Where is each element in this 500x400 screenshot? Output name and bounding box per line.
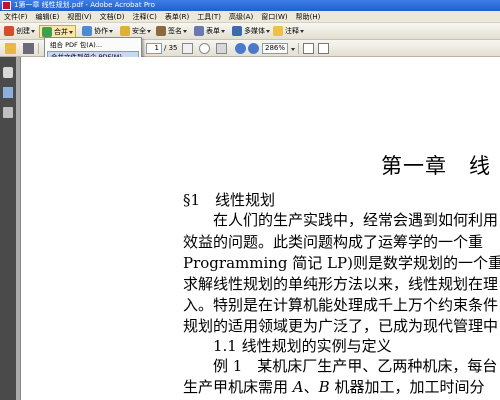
chevron-down-icon — [109, 29, 113, 33]
chevron-down-icon — [69, 30, 73, 34]
zoom-dropdown-icon[interactable] — [291, 48, 295, 51]
chevron-down-icon — [147, 29, 151, 33]
film-icon — [232, 26, 242, 36]
menu-forms[interactable]: 表单(R) — [161, 11, 193, 22]
window-title: 1第一章 线性规划.pdf - Adobe Acrobat Pro — [14, 1, 155, 9]
body-line: 入。特别是在计算机能处理成千上万个约束条件 — [183, 296, 499, 314]
window-titlebar: 1第一章 线性规划.pdf - Adobe Acrobat Pro — [0, 0, 500, 11]
comment-icon — [273, 26, 283, 36]
chapter-title: 第一章 线 — [381, 154, 491, 178]
create-pdf-button[interactable]: 创建 — [2, 25, 37, 38]
create-pdf-icon — [4, 26, 14, 36]
forms-button[interactable]: 表单 — [192, 25, 227, 38]
pen-icon — [156, 26, 166, 36]
select-tool-icon[interactable] — [182, 43, 193, 54]
menu-item-assemble-pdf-package[interactable]: 组合 PDF 包(A)... — [47, 40, 139, 50]
body-line: 效益的问题。此类问题构成了运筹学的一个重 — [183, 233, 484, 251]
acrobat-app-icon — [2, 1, 11, 10]
body-line: Programming 简记 LP)则是数学规划的一个重要 — [183, 254, 500, 272]
body-line: 规划的适用领域更为广泛了，已成为现代管理中 — [183, 317, 499, 335]
menu-document[interactable]: 文档(D) — [96, 11, 129, 22]
body-line: 在人们的生产实践中，经常会遇到如何利用 — [183, 211, 499, 229]
chevron-down-icon — [31, 29, 35, 33]
menu-file[interactable]: 文件(F) — [0, 11, 32, 22]
chevron-down-icon — [183, 29, 187, 33]
marquee-zoom-icon[interactable] — [216, 43, 227, 54]
chevron-down-icon — [266, 29, 270, 33]
body-line: 例 1 某机床厂生产甲、乙两种机床，每台 — [183, 357, 498, 375]
menu-help[interactable]: 帮助(H) — [292, 11, 325, 22]
zoom-level-field[interactable]: 286% — [262, 43, 288, 54]
menu-bar: 文件(F) 编辑(E) 视图(V) 文档(D) 注释(C) 表单(R) 工具(T) 高级(A)… — [0, 11, 500, 23]
body-line: 求解线性规划的单纯形方法以来，线性规划在理 — [183, 275, 499, 293]
menu-window[interactable]: 窗口(W) — [257, 11, 291, 22]
open-folder-icon[interactable] — [5, 43, 16, 54]
menu-advanced[interactable]: 高级(A) — [225, 11, 257, 22]
chevron-down-icon — [221, 29, 225, 33]
comment-button[interactable]: 注释 — [271, 25, 306, 38]
section-heading: §1 线性规划 — [183, 191, 276, 209]
fit-width-icon[interactable] — [318, 43, 329, 54]
fit-page-icon[interactable] — [303, 43, 314, 54]
print-icon[interactable] — [23, 43, 34, 54]
zoom-in-icon[interactable] — [248, 43, 259, 54]
menu-comments[interactable]: 注释(C) — [129, 11, 161, 22]
menu-tools[interactable]: 工具(T) — [193, 11, 225, 22]
menu-edit[interactable]: 编辑(E) — [32, 11, 64, 22]
menu-view[interactable]: 视图(V) — [63, 11, 95, 22]
chevron-down-icon — [300, 29, 304, 33]
zoom-out-icon[interactable] — [235, 43, 246, 54]
form-icon — [194, 26, 204, 36]
page-count: / 35 — [164, 44, 178, 52]
bookmarks-icon[interactable] — [3, 87, 13, 98]
sign-button[interactable]: 签名 — [154, 25, 189, 38]
signatures-icon[interactable] — [3, 107, 13, 118]
zoom-tool-icon[interactable] — [199, 43, 210, 54]
subsection-heading: 1.1 线性规划的实例与定义 — [183, 337, 392, 355]
body-line: 生产甲机床需用 A、B 机器加工，加工时间分 — [183, 378, 485, 396]
combine-icon — [42, 27, 52, 37]
page-number-input[interactable]: 1 — [146, 43, 162, 54]
multimedia-button[interactable]: 多媒体 — [230, 25, 272, 38]
lock-icon — [120, 26, 130, 36]
navigation-panel — [0, 57, 16, 400]
collaborate-icon — [82, 26, 92, 36]
pages-icon[interactable] — [3, 67, 13, 78]
